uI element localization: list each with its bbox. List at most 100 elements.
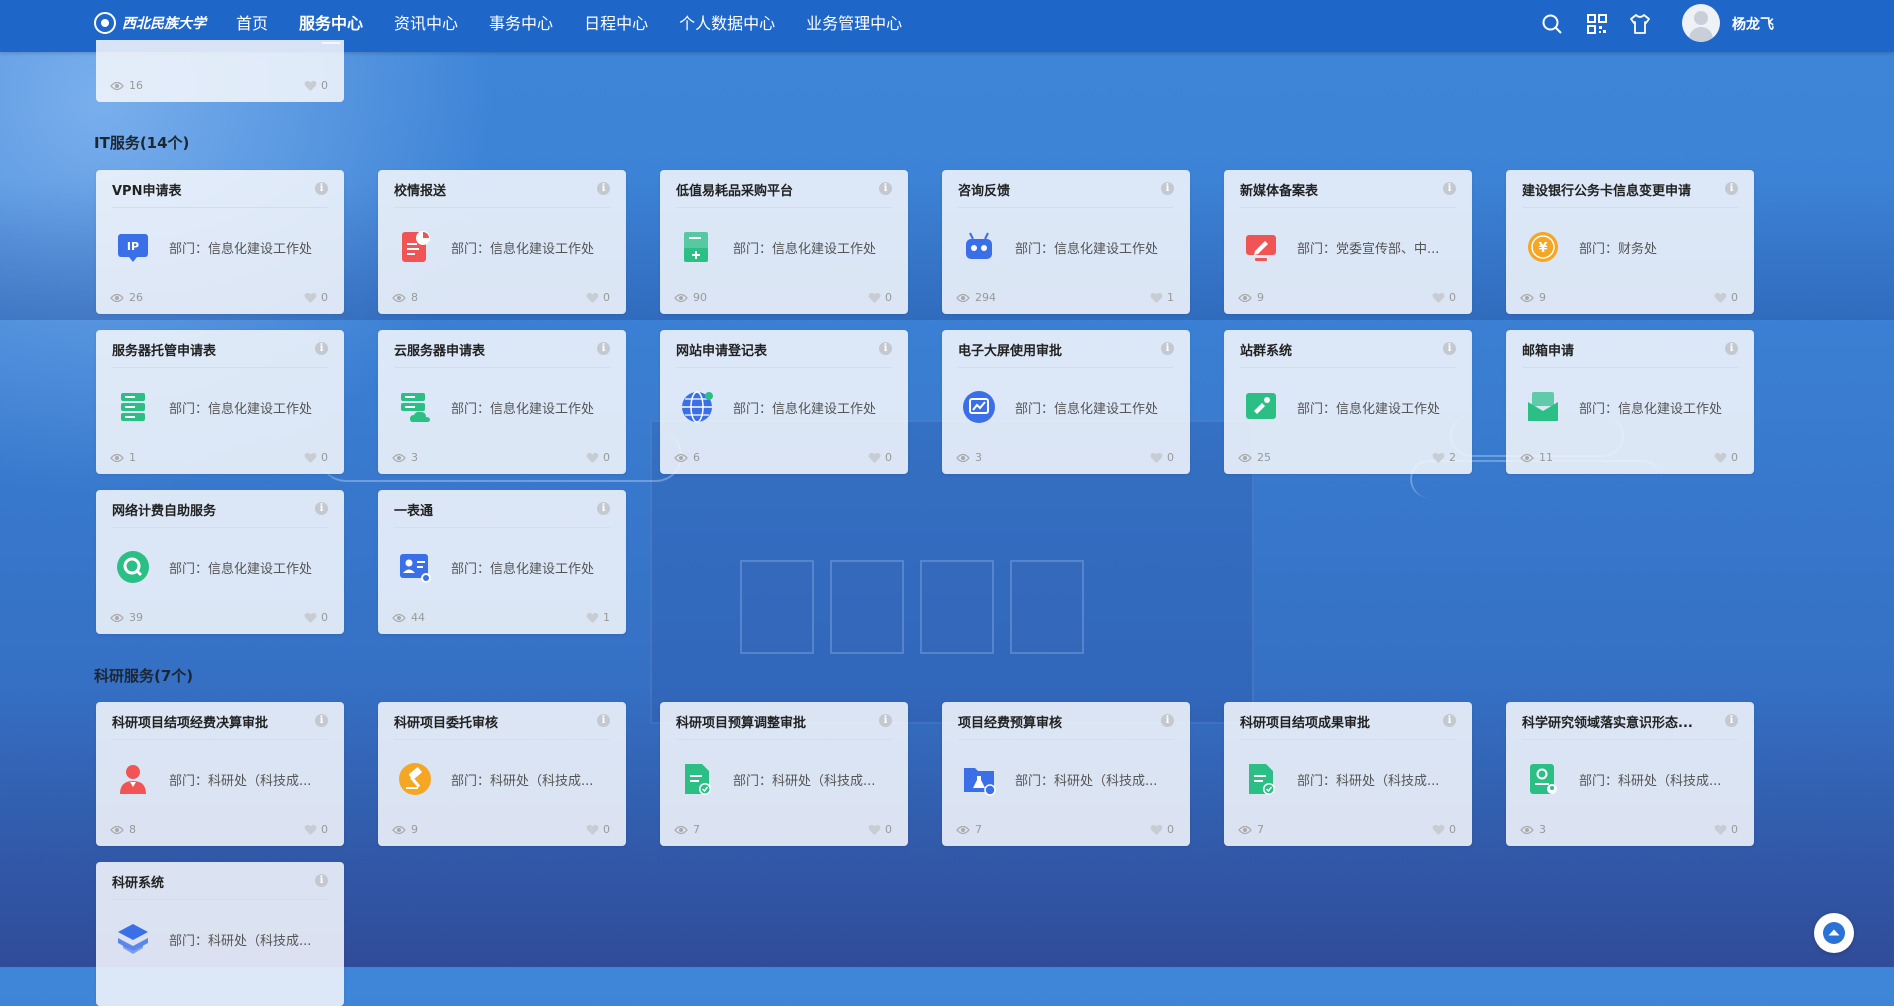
heart-icon[interactable] <box>868 292 881 304</box>
nav-item-schedule-center[interactable]: 日程中心 <box>584 0 648 52</box>
heart-icon[interactable] <box>1150 292 1163 304</box>
service-card[interactable]: 一表通 i 部门：信息化建设工作处 44 1 <box>378 490 626 634</box>
info-icon[interactable]: i <box>597 342 610 355</box>
service-card[interactable]: 网站申请登记表 i 部门：信息化建设工作处 6 0 <box>660 330 908 474</box>
heart-icon[interactable] <box>1432 452 1445 464</box>
service-card[interactable]: 云服务器申请表 i 部门：信息化建设工作处 3 0 <box>378 330 626 474</box>
info-icon[interactable]: i <box>315 342 328 355</box>
service-card[interactable]: 建设银行公务卡信息变更申请 i ¥ 部门：财务处 9 0 <box>1506 170 1754 314</box>
like-count[interactable]: 0 <box>304 451 328 464</box>
info-icon[interactable]: i <box>315 502 328 515</box>
heart-icon[interactable] <box>1150 824 1163 836</box>
service-card[interactable]: 校情报送 i 部门：信息化建设工作处 8 0 <box>378 170 626 314</box>
heart-icon[interactable] <box>868 824 881 836</box>
like-count[interactable]: 0 <box>868 451 892 464</box>
card-title[interactable]: 站群系统 <box>1240 340 1432 359</box>
service-card[interactable]: 项目经费预算审核 i 部门：科研处（科技成... 7 0 <box>942 702 1190 846</box>
service-card[interactable]: 网络计费自助服务 i 部门：信息化建设工作处 39 0 <box>96 490 344 634</box>
card-title[interactable]: 项目经费预算审核 <box>958 712 1150 731</box>
like-count[interactable]: 0 <box>304 291 328 304</box>
skin-theme-icon[interactable] <box>1628 12 1652 36</box>
info-icon[interactable]: i <box>597 502 610 515</box>
like-count[interactable]: 0 <box>1432 291 1456 304</box>
service-card[interactable]: 科研项目结项经费决算审批 i 部门：科研处（科技成... 8 0 <box>96 702 344 846</box>
like-count[interactable]: 0 <box>304 79 328 92</box>
heart-icon[interactable] <box>586 612 599 624</box>
heart-icon[interactable] <box>1432 292 1445 304</box>
service-card[interactable]: 咨询反馈 i 部门：信息化建设工作处 294 1 <box>942 170 1190 314</box>
card-title[interactable]: 网络计费自助服务 <box>112 500 304 519</box>
card-title[interactable]: 服务器托管申请表 <box>112 340 304 359</box>
avatar[interactable] <box>1682 4 1720 42</box>
service-card[interactable]: 服务器托管申请表 i 部门：信息化建设工作处 1 0 <box>96 330 344 474</box>
info-icon[interactable]: i <box>597 182 610 195</box>
service-card[interactable]: 站群系统 i 部门：信息化建设工作处 25 2 <box>1224 330 1472 474</box>
like-count[interactable]: 0 <box>304 611 328 624</box>
service-card[interactable]: 新媒体备案表 i 部门：党委宣传部、中... 9 0 <box>1224 170 1472 314</box>
heart-icon[interactable] <box>1714 824 1727 836</box>
service-card[interactable]: 科研系统 i 部门：科研处（科技成... <box>96 862 344 1006</box>
like-count[interactable]: 0 <box>304 823 328 836</box>
service-card[interactable]: 电子大屏使用审批 i 部门：信息化建设工作处 3 0 <box>942 330 1190 474</box>
like-count[interactable]: 0 <box>1714 291 1738 304</box>
like-count[interactable]: 1 <box>1150 291 1174 304</box>
card-title[interactable]: 低值易耗品采购平台 <box>676 180 868 199</box>
like-count[interactable]: 0 <box>1150 451 1174 464</box>
info-icon[interactable]: i <box>315 874 328 887</box>
card-title[interactable]: 科研项目结项成果审批 <box>1240 712 1432 731</box>
card-title[interactable]: 云服务器申请表 <box>394 340 586 359</box>
like-count[interactable]: 0 <box>1714 451 1738 464</box>
card-title[interactable]: 邮箱申请 <box>1522 340 1714 359</box>
like-count[interactable]: 0 <box>586 291 610 304</box>
card-title[interactable]: 网站申请登记表 <box>676 340 868 359</box>
card-title[interactable]: 科研项目预算调整审批 <box>676 712 868 731</box>
card-title[interactable]: 校情报送 <box>394 180 586 199</box>
heart-icon[interactable] <box>1714 292 1727 304</box>
heart-icon[interactable] <box>586 824 599 836</box>
card-title[interactable]: 科学研究领域落实意识形态... <box>1522 712 1714 731</box>
card-title[interactable]: VPN申请表 <box>112 180 304 199</box>
nav-item-business-management-center[interactable]: 业务管理中心 <box>806 0 902 52</box>
service-card[interactable]: VPN申请表 i IP 部门：信息化建设工作处 26 0 <box>96 170 344 314</box>
info-icon[interactable]: i <box>879 182 892 195</box>
info-icon[interactable]: i <box>1725 342 1738 355</box>
card-title[interactable]: 科研系统 <box>112 872 304 891</box>
heart-icon[interactable] <box>304 452 317 464</box>
heart-icon[interactable] <box>868 452 881 464</box>
heart-icon[interactable] <box>304 612 317 624</box>
heart-icon[interactable] <box>1714 452 1727 464</box>
like-count[interactable]: 0 <box>1150 823 1174 836</box>
info-icon[interactable]: i <box>315 714 328 727</box>
username[interactable]: 杨龙飞 <box>1732 14 1774 34</box>
service-card[interactable]: 邮箱申请 i 部门：信息化建设工作处 11 0 <box>1506 330 1754 474</box>
card-title[interactable]: 建设银行公务卡信息变更申请 <box>1522 180 1714 199</box>
info-icon[interactable]: i <box>1443 182 1456 195</box>
heart-icon[interactable] <box>304 80 317 92</box>
like-count[interactable]: 0 <box>586 823 610 836</box>
heart-icon[interactable] <box>586 292 599 304</box>
service-card[interactable]: 低值易耗品采购平台 i 部门：信息化建设工作处 90 0 <box>660 170 908 314</box>
info-icon[interactable]: i <box>597 714 610 727</box>
heart-icon[interactable] <box>304 292 317 304</box>
info-icon[interactable]: i <box>1161 342 1174 355</box>
service-card[interactable]: 科研项目预算调整审批 i 部门：科研处（科技成... 7 0 <box>660 702 908 846</box>
info-icon[interactable]: i <box>1161 714 1174 727</box>
info-icon[interactable]: i <box>879 342 892 355</box>
nav-item-affairs-center[interactable]: 事务中心 <box>489 0 553 52</box>
nav-item-personal-data-center[interactable]: 个人数据中心 <box>679 0 775 52</box>
info-icon[interactable]: i <box>1161 182 1174 195</box>
like-count[interactable]: 0 <box>1714 823 1738 836</box>
card-title[interactable]: 科研项目结项经费决算审批 <box>112 712 304 731</box>
card-title[interactable]: 咨询反馈 <box>958 180 1150 199</box>
like-count[interactable]: 0 <box>868 823 892 836</box>
service-card[interactable]: 科学研究领域落实意识形态... i 部门：科研处（科技成... 3 0 <box>1506 702 1754 846</box>
heart-icon[interactable] <box>586 452 599 464</box>
info-icon[interactable]: i <box>879 714 892 727</box>
like-count[interactable]: 0 <box>1432 823 1456 836</box>
card-title[interactable]: 电子大屏使用审批 <box>958 340 1150 359</box>
like-count[interactable]: 2 <box>1432 451 1456 464</box>
qr-code-icon[interactable] <box>1585 12 1609 36</box>
like-count[interactable]: 0 <box>868 291 892 304</box>
info-icon[interactable]: i <box>1725 714 1738 727</box>
info-icon[interactable]: i <box>1443 342 1456 355</box>
